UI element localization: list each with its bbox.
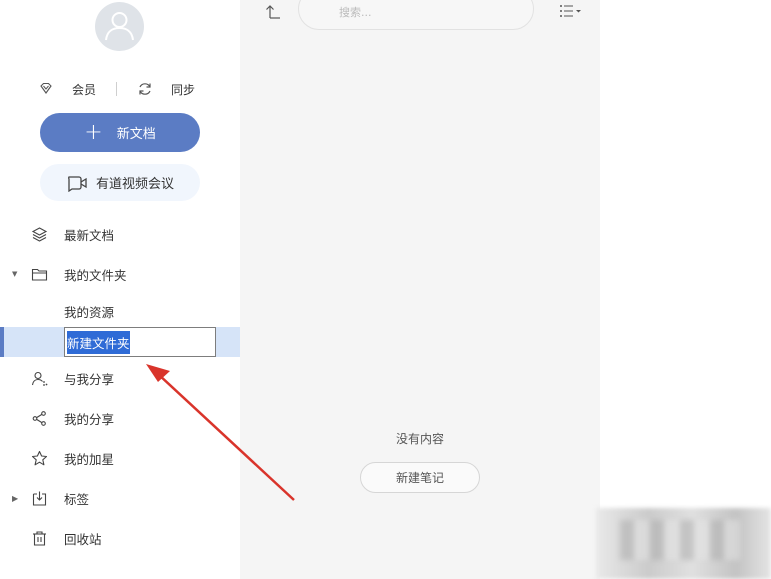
star-icon xyxy=(31,450,48,467)
sidebar-item-label: 我的分享 xyxy=(64,411,115,427)
rename-selected-text: 新建文件夹 xyxy=(67,330,130,354)
new-document-label: 新文档 xyxy=(116,127,156,142)
sidebar-item-label: 与我分享 xyxy=(64,371,115,387)
sidebar-item-label: 最新文档 xyxy=(64,227,115,243)
share-icon xyxy=(31,410,48,427)
member-sync-row: 会员 同步 xyxy=(38,80,195,98)
up-level-icon[interactable] xyxy=(264,3,282,21)
search-placeholder: 搜索... xyxy=(339,6,372,19)
sidebar-item-my-folders[interactable]: ▼ 我的文件夹 xyxy=(0,259,240,289)
caret-right-icon[interactable]: ▶ xyxy=(12,494,18,503)
empty-state-text: 没有内容 xyxy=(395,432,444,446)
video-camera-icon xyxy=(68,175,87,192)
sidebar-item-label: 我的加星 xyxy=(64,451,115,467)
tag-icon xyxy=(31,490,48,507)
folder-icon xyxy=(31,266,48,283)
sync-label[interactable]: 同步 xyxy=(171,81,195,98)
sidebar-item-my-resources[interactable]: 我的资源 xyxy=(64,302,114,321)
caret-down-icon[interactable]: ▼ xyxy=(12,270,17,278)
sidebar-item-trash[interactable]: 回收站 xyxy=(0,523,240,553)
sidebar-item-label: 我的文件夹 xyxy=(64,267,127,283)
sync-icon[interactable] xyxy=(137,81,153,97)
folder-rename-input[interactable]: 新建文件夹 xyxy=(64,327,216,357)
list-view-icon[interactable] xyxy=(559,3,583,19)
new-note-button[interactable]: 新建笔记 xyxy=(360,462,480,493)
video-meeting-label: 有道视频会议 xyxy=(95,177,174,192)
sidebar-item-starred[interactable]: 我的加星 xyxy=(0,443,240,473)
search-input[interactable]: 搜索... xyxy=(298,0,534,30)
diamond-icon[interactable] xyxy=(38,81,54,97)
layers-icon xyxy=(31,226,48,243)
sidebar-item-latest[interactable]: 最新文档 xyxy=(0,219,240,249)
user-icon xyxy=(105,12,134,41)
sidebar-item-tags[interactable]: ▶ 标签 xyxy=(0,483,240,513)
member-label[interactable]: 会员 xyxy=(72,81,96,98)
sidebar-item-shared-with-me[interactable]: 与我分享 xyxy=(0,363,240,393)
sidebar-item-my-shares[interactable]: 我的分享 xyxy=(0,403,240,433)
note-list-panel: 搜索... 没有内容 新建笔记 xyxy=(240,0,600,579)
trash-icon xyxy=(31,530,48,547)
sidebar: 会员 同步 + 新文档 有道视频会议 最新文档 ▼ 我的文件夹 我的资源 新建文… xyxy=(0,0,240,579)
selection-indicator xyxy=(0,327,4,357)
shared-user-icon xyxy=(31,370,48,387)
sidebar-item-label: 回收站 xyxy=(64,531,102,547)
plus-icon: + xyxy=(84,119,103,145)
sidebar-item-label: 标签 xyxy=(64,491,90,507)
video-meeting-button[interactable]: 有道视频会议 xyxy=(40,164,200,201)
blurred-watermark-detail xyxy=(620,520,740,560)
new-document-button[interactable]: + 新文档 xyxy=(40,113,200,152)
divider xyxy=(116,82,118,96)
user-avatar[interactable] xyxy=(95,2,144,51)
